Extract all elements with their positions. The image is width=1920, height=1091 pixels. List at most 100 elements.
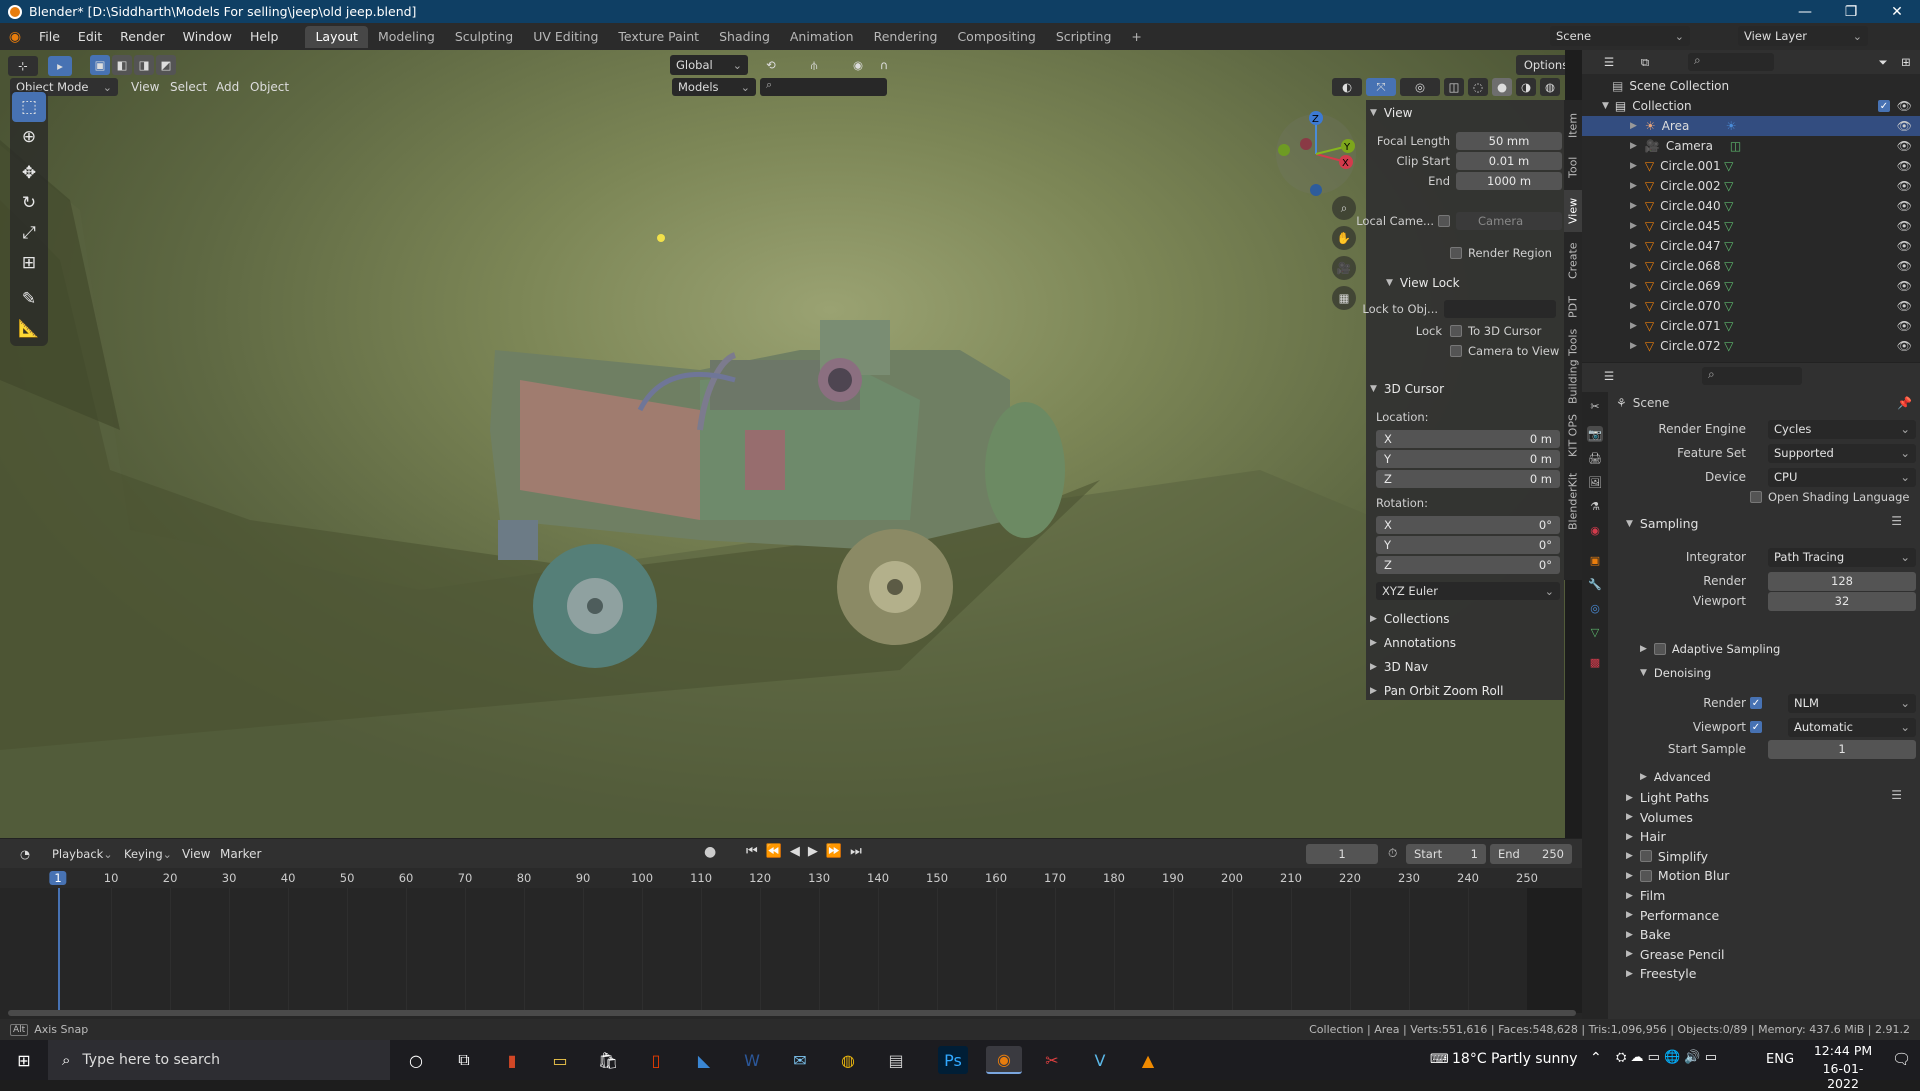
denoising-header[interactable]: ▼ Denoising [1640, 666, 1711, 680]
tab-item[interactable]: Item [1564, 106, 1582, 144]
proportional-edit-icon[interactable]: ◉ [848, 55, 868, 75]
presets-list-icon[interactable]: ☰ [1891, 514, 1902, 528]
camera-view-icon[interactable]: 🎥 [1332, 256, 1356, 280]
view-layer-selector[interactable]: View Layer [1738, 26, 1868, 46]
render-samples-field[interactable]: 128 [1768, 571, 1916, 591]
eye-icon[interactable]: 👁 [1897, 299, 1912, 313]
view-layer-tab-icon[interactable]: 🖼 [1587, 474, 1603, 490]
mail-icon[interactable]: ✉ [782, 1046, 818, 1074]
menu-render[interactable]: Render [111, 29, 174, 44]
focal-length-field[interactable]: 50 mm [1456, 132, 1562, 150]
models-dropdown[interactable]: Models [672, 78, 756, 96]
falloff-icon[interactable]: ∩ [872, 55, 896, 75]
select-new-icon[interactable]: ▣ [90, 55, 110, 75]
annotate-tool-icon[interactable]: ✎ [12, 284, 46, 314]
light-paths-presets-icon[interactable]: ☰ [1891, 788, 1902, 802]
timeline-scrollbar[interactable] [8, 1010, 1576, 1016]
clock-date[interactable]: 16-01-2022 [1808, 1061, 1878, 1091]
cursor-rotation-z[interactable]: Z 0° [1366, 556, 1564, 574]
outliner-editor-type-icon[interactable]: ☰ [1594, 53, 1624, 71]
eye-icon[interactable]: 👁 [1897, 159, 1912, 173]
rendered-shading-icon[interactable]: ◍ [1540, 78, 1560, 96]
world-tab-icon[interactable]: ◉ [1587, 522, 1603, 538]
outliner-item[interactable]: ▶ ▽ Circle.072 ▽ 👁 [1582, 336, 1920, 356]
mesh-data-icon[interactable]: ▽ [1724, 339, 1733, 353]
outliner-item[interactable]: ▶ ▽ Circle.071 ▽ 👁 [1582, 316, 1920, 336]
tab-building-tools[interactable]: Building Tools [1564, 328, 1582, 404]
select-invert-icon[interactable]: ◩ [156, 55, 176, 75]
menu-edit[interactable]: Edit [69, 29, 111, 44]
menu-object[interactable]: Object [250, 80, 289, 94]
collapsed-triangle-icon[interactable]: ▶ [1630, 301, 1637, 311]
visibility-icon[interactable]: ◐ [1332, 78, 1362, 96]
scene-collection-row[interactable]: ▤ Scene Collection [1582, 76, 1920, 96]
lock-to-object-field[interactable] [1444, 300, 1556, 318]
vivaldi-icon[interactable]: V [1082, 1046, 1118, 1074]
cursor-rotation-y[interactable]: Y 0° [1366, 536, 1564, 554]
denoise-viewport-checkbox[interactable]: ✓ [1750, 721, 1762, 733]
notifications-icon[interactable]: 🗨 [1892, 1050, 1911, 1068]
pan-hand-icon[interactable]: ✋ [1332, 226, 1356, 250]
timeline-view-menu[interactable]: View [182, 847, 210, 861]
expand-triangle-icon[interactable]: ▼ [1602, 101, 1609, 111]
section-film[interactable]: ▶ Film [1626, 888, 1665, 903]
mesh-data-icon[interactable]: ▽ [1724, 319, 1733, 333]
render-tab-icon[interactable]: 📷 [1587, 426, 1603, 442]
maximize-button[interactable]: ❐ [1828, 0, 1874, 23]
windows-start-icon[interactable]: ⊞ [6, 1046, 42, 1074]
eye-icon[interactable]: 👁 [1897, 219, 1912, 233]
task-view-icon[interactable]: ⧉ [446, 1046, 482, 1074]
select-subtract-icon[interactable]: ◨ [134, 55, 154, 75]
section-simplify[interactable]: ▶ Simplify [1626, 849, 1708, 864]
properties-search-input[interactable]: ⌕ [1702, 367, 1802, 385]
prev-keyframe-icon[interactable]: ⏪ [766, 844, 782, 859]
mesh-data-icon[interactable]: ▽ [1724, 239, 1733, 253]
keyboard-icon[interactable]: ⌨ [1430, 1052, 1449, 1067]
eye-icon[interactable]: 👁 [1897, 179, 1912, 193]
collapsed-triangle-icon[interactable]: ▶ [1630, 161, 1637, 171]
word-icon[interactable]: W [734, 1046, 770, 1074]
powerpoint-icon[interactable]: ▮ [494, 1046, 530, 1074]
tab-view[interactable]: View [1564, 190, 1582, 232]
timeline-ruler[interactable]: 1 10 20 30 40 50 60 70 80 90 100 110 120 130 140 150 160… [0, 868, 1582, 888]
blender-menu-icon[interactable]: ◉ [0, 29, 30, 45]
transform-orientation-dropdown[interactable]: Global [670, 55, 748, 75]
tab-sculpting[interactable]: Sculpting [445, 26, 523, 48]
scale-tool-icon[interactable]: ⤢ [12, 218, 46, 248]
play-reverse-icon[interactable]: ◀ [790, 844, 800, 859]
move-tool-icon[interactable]: ✥ [12, 158, 46, 188]
denoise-render-dropdown[interactable]: NLM [1788, 693, 1916, 713]
mesh-data-icon[interactable]: ▽ [1724, 159, 1733, 173]
adaptive-sampling-header[interactable]: ▶ Adaptive Sampling [1640, 642, 1780, 656]
tab-animation[interactable]: Animation [780, 26, 864, 48]
cortana-icon[interactable]: ○ [398, 1046, 434, 1074]
overlay-icon[interactable]: ◎ [1400, 78, 1440, 96]
transform-tool-icon[interactable]: ⊞ [12, 248, 46, 278]
outliner-item[interactable]: ▶ ▽ Circle.001 ▽ 👁 [1582, 156, 1920, 176]
timeline-body[interactable] [0, 888, 1582, 1019]
tab-tool[interactable]: Tool [1564, 148, 1582, 186]
tab-rendering[interactable]: Rendering [864, 26, 948, 48]
3d-nav-header[interactable]: ▶ 3D Nav [1370, 660, 1428, 674]
tool-tab-icon[interactable]: ✂ [1587, 398, 1603, 414]
eye-icon[interactable]: 👁 [1897, 319, 1912, 333]
data-tab-icon[interactable]: ▽ [1587, 624, 1603, 640]
menu-help[interactable]: Help [241, 29, 288, 44]
mesh-data-icon[interactable]: ▽ [1724, 219, 1733, 233]
collapsed-triangle-icon[interactable]: ▶ [1630, 321, 1637, 331]
physics-tab-icon[interactable]: ◎ [1587, 600, 1603, 616]
scene-tab-icon[interactable]: ⚗ [1587, 498, 1603, 514]
scene-selector[interactable]: Scene [1550, 26, 1690, 46]
tab-pdt[interactable]: PDT [1564, 290, 1582, 324]
current-frame-field[interactable]: 1 [1306, 844, 1378, 864]
view-section-header[interactable]: ▼ View [1370, 106, 1412, 120]
texture-tab-icon[interactable]: ▩ [1587, 654, 1603, 670]
display-mode-icon[interactable]: ⧉ [1630, 53, 1660, 71]
measure-tool-icon[interactable]: 📐 [12, 314, 46, 344]
section-checkbox[interactable] [1639, 850, 1652, 863]
local-camera-checkbox[interactable] [1438, 215, 1450, 227]
outliner-item[interactable]: ▶ ☀ Area ☀ 👁 [1582, 116, 1920, 136]
collapsed-triangle-icon[interactable]: ▶ [1630, 261, 1637, 271]
playhead[interactable] [58, 888, 60, 1013]
eye-icon[interactable]: 👁 [1897, 99, 1912, 113]
